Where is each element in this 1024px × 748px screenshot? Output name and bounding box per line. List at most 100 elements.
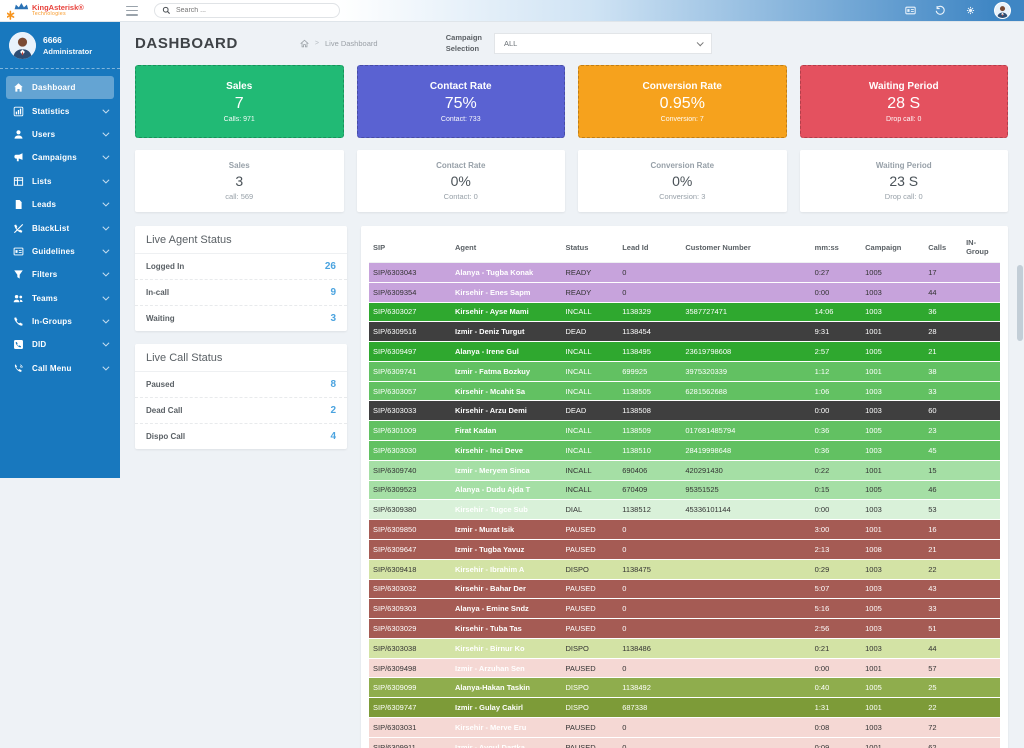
agent-link[interactable]: Kirsehir - Ibrahim A xyxy=(455,565,524,574)
vertical-scrollbar[interactable] xyxy=(1017,265,1023,341)
agent-link[interactable]: Alanya - Emine Sndz xyxy=(455,604,529,613)
user-id: 6666 xyxy=(43,35,92,45)
agent-link[interactable]: Izmir - Fatma Bozkuy xyxy=(455,367,530,376)
status-value[interactable]: 9 xyxy=(330,287,336,298)
campaign-select[interactable]: ALL xyxy=(494,33,712,54)
cell-in-group xyxy=(962,381,1000,401)
user-avatar[interactable] xyxy=(994,2,1011,19)
table-row: SIP/6303029 Kirsehir - Tuba Tas PAUSED 0… xyxy=(369,619,1000,639)
search-input[interactable] xyxy=(176,7,332,14)
agent-link[interactable]: Kirsehir - Inci Deve xyxy=(455,446,523,455)
cell-calls: 45 xyxy=(924,441,962,461)
agent-link[interactable]: Kirsehir - Mcahit Sa xyxy=(455,387,525,396)
cell-calls: 17 xyxy=(924,263,962,283)
table-row: SIP/6309647 Izmir - Tugba Yavuz PAUSED 0… xyxy=(369,539,1000,559)
sidebar-item-filters[interactable]: Filters xyxy=(6,263,114,286)
agent-link[interactable]: Kirsehir - Tugce Sub xyxy=(455,505,528,514)
cell-status: PAUSED xyxy=(561,520,618,540)
cell-agent: Izmir - Gulay Cakirl xyxy=(451,698,561,718)
agent-link[interactable]: Izmir - Arzuhan Sen xyxy=(455,664,525,673)
chevron-down-icon xyxy=(697,39,704,46)
cell-mmss: 1:06 xyxy=(811,381,861,401)
cell-sip: SIP/6303029 xyxy=(369,619,451,639)
agent-link[interactable]: Izmir - Murat Isik xyxy=(455,525,514,534)
agent-link[interactable]: Alanya - Dudu Ajda T xyxy=(455,485,530,494)
agent-link[interactable]: Izmir - Tugba Yavuz xyxy=(455,545,524,554)
agent-link[interactable]: Alanya-Hakan Taskin xyxy=(455,683,530,692)
avatar[interactable] xyxy=(9,32,36,59)
table-row: SIP/6303030 Kirsehir - Inci Deve INCALL … xyxy=(369,441,1000,461)
sidebar-item-users[interactable]: Users xyxy=(6,123,114,146)
panel-title: Live Agent Status xyxy=(135,226,347,254)
sidebar-item-campaigns[interactable]: Campaigns xyxy=(6,146,114,169)
agent-link[interactable]: Kirsehir - Tuba Tas xyxy=(455,624,522,633)
stat-card-title: Waiting Period xyxy=(801,81,1008,92)
live-call-status-panel: Live Call Status Paused 8 Dead Call 2 Di… xyxy=(135,344,347,449)
status-value[interactable]: 8 xyxy=(330,379,336,390)
chevron-down-icon xyxy=(102,293,109,300)
sidebar-item-call-menu[interactable]: Call Menu xyxy=(6,357,114,380)
cell-campaign: 1001 xyxy=(861,460,924,480)
agent-link[interactable]: Alanya - Tugba Konak xyxy=(455,268,533,277)
status-row: Logged In 26 xyxy=(135,254,347,280)
agent-link[interactable]: Kirsehir - Ayse Mami xyxy=(455,307,529,316)
agent-link[interactable]: Kirsehir - Enes Sapm xyxy=(455,288,530,297)
home-icon[interactable] xyxy=(300,39,309,48)
campaign-selection-label: Campaign Selection xyxy=(446,33,482,53)
sidebar-item-dashboard[interactable]: Dashboard xyxy=(6,76,114,99)
breadcrumb-current[interactable]: Live Dashboard xyxy=(325,39,378,48)
sidebar-item-leads[interactable]: Leads xyxy=(6,193,114,216)
cell-calls: 57 xyxy=(924,658,962,678)
cell-in-group xyxy=(962,737,1000,748)
sidebar-item-statistics[interactable]: Statistics xyxy=(6,99,114,122)
cell-sip: SIP/6309099 xyxy=(369,678,451,698)
live-agents-table-panel: SIP Agent Status Lead Id Customer Number… xyxy=(361,226,1008,748)
sidebar-item-blacklist[interactable]: BlackList xyxy=(6,216,114,239)
breadcrumb-separator: > xyxy=(315,40,319,47)
stat-card-subtitle: Calls: 971 xyxy=(136,116,343,123)
chevron-down-icon xyxy=(102,246,109,253)
cell-calls: 44 xyxy=(924,638,962,658)
cell-mmss: 0:29 xyxy=(811,559,861,579)
status-value[interactable]: 3 xyxy=(330,313,336,324)
sidebar-item-in-groups[interactable]: In-Groups xyxy=(6,310,114,333)
cell-agent: Kirsehir - Arzu Demi xyxy=(451,401,561,421)
sidebar-item-lists[interactable]: Lists xyxy=(6,170,114,193)
agent-link[interactable]: Alanya - Irene Gul xyxy=(455,347,519,356)
contacts-icon[interactable] xyxy=(904,4,917,17)
cell-calls: 60 xyxy=(924,401,962,421)
agent-link[interactable]: Izmir - Gulay Cakirl xyxy=(455,703,523,712)
cell-lead-id: 1138495 xyxy=(618,342,681,362)
agent-link[interactable]: Izmir - Deniz Turgut xyxy=(455,327,524,336)
table-header-row: SIP Agent Status Lead Id Customer Number… xyxy=(369,232,1000,263)
settings-icon[interactable] xyxy=(964,4,977,17)
agent-link[interactable]: Izmir - Aygul Dartka xyxy=(455,743,525,748)
app-logo[interactable]: KingAsterisk® Technologies xyxy=(0,2,118,20)
history-icon[interactable] xyxy=(934,4,947,17)
cell-calls: 22 xyxy=(924,559,962,579)
cell-calls: 72 xyxy=(924,717,962,737)
cell-agent: Izmir - Murat Isik xyxy=(451,520,561,540)
agent-link[interactable]: Firat Kadan xyxy=(455,426,496,435)
status-value[interactable]: 26 xyxy=(325,261,336,272)
cell-campaign: 1003 xyxy=(861,282,924,302)
agent-link[interactable]: Kirsehir - Arzu Demi xyxy=(455,406,527,415)
cell-agent: Alanya - Irene Gul xyxy=(451,342,561,362)
cell-status: INCALL xyxy=(561,361,618,381)
agent-link[interactable]: Kirsehir - Bahar Der xyxy=(455,584,526,593)
agent-link[interactable]: Kirsehir - Merve Eru xyxy=(455,723,526,732)
chevron-down-icon xyxy=(102,176,109,183)
cell-lead-id: 0 xyxy=(618,579,681,599)
agent-link[interactable]: Kirsehir - Birnur Ko xyxy=(455,644,525,653)
hamburger-icon[interactable] xyxy=(126,6,138,16)
cell-customer-number xyxy=(681,579,810,599)
sidebar-item-guidelines[interactable]: Guidelines xyxy=(6,240,114,263)
cell-status: INCALL xyxy=(561,381,618,401)
sidebar-item-teams[interactable]: Teams xyxy=(6,287,114,310)
status-value[interactable]: 2 xyxy=(330,405,336,416)
status-value[interactable]: 4 xyxy=(330,431,336,442)
sidebar-item-did[interactable]: DID xyxy=(6,333,114,356)
status-row: In-call 9 xyxy=(135,280,347,306)
agent-link[interactable]: Izmir - Meryem Sinca xyxy=(455,466,530,475)
live-agents-table: SIP Agent Status Lead Id Customer Number… xyxy=(369,232,1000,748)
